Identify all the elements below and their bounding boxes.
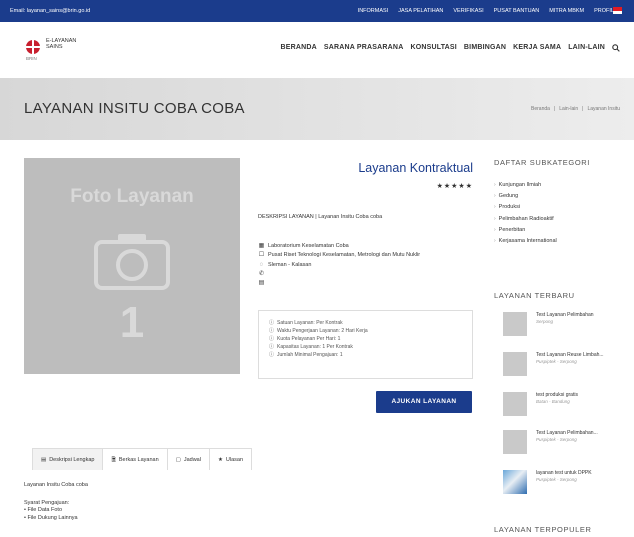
requirement-item: • File Dukung Lainnya: [24, 514, 78, 521]
nav-lain-lain[interactable]: LAIN-LAIN: [568, 44, 605, 54]
service-meta: ▦ Laboratorium Keselamatan Coba ☐ Pusat …: [258, 242, 421, 288]
breadcrumb-beranda[interactable]: Beranda: [531, 106, 550, 112]
breadcrumb-lain-lain[interactable]: Lain-lain: [559, 106, 578, 112]
service-info-box: ⓘ Satuan Layanan: Per Kontrak ⓘ Waktu Peng…: [258, 310, 473, 379]
nav-beranda[interactable]: BERANDA: [280, 44, 316, 54]
chevron-right-icon: ›: [494, 204, 496, 211]
site-logo[interactable]: E-LAYANAN SAINS BRIN: [22, 36, 102, 66]
latest-thumbnail: [503, 430, 527, 454]
top-bar: Email: layanan_sains@brin.go.id INFORMAS…: [0, 0, 634, 22]
subcategory-list: › Kunjungan Ilmiah › Gedung › Produksi › Pel…: [494, 180, 557, 247]
institution-icon: ☐: [258, 252, 265, 259]
subcategory-item[interactable]: › Gedung: [494, 191, 557, 202]
nav-kerja-sama[interactable]: KERJA SAMA: [513, 44, 561, 54]
nav-bimbingan[interactable]: BIMBINGAN: [464, 44, 506, 54]
subcategory-item[interactable]: › Penerbitan: [494, 225, 557, 236]
top-nav-pusat-bantuan[interactable]: PUSAT BANTUAN: [494, 8, 540, 14]
subcategory-item[interactable]: › Kerjasama International: [494, 236, 557, 247]
chevron-right-icon: ›: [494, 182, 496, 188]
info-icon: ⓘ: [269, 320, 275, 326]
center-name: Pusat Riset Teknologi Keselamatan, Metro…: [268, 252, 421, 259]
breadcrumb: Beranda | Lain-lain | Layanan Insitu: [531, 106, 620, 112]
requirements-title: Syarat Pengajuan:: [24, 499, 70, 506]
tab-deskripsi[interactable]: ▤ Deskripsi Lengkap: [32, 448, 104, 470]
photo-caption: Foto Layanan: [70, 186, 194, 207]
location-icon: ◌: [259, 261, 264, 268]
page-title: LAYANAN INSITU COBA COBA: [24, 100, 245, 117]
logo-line2: SAINS: [46, 44, 63, 50]
subcategory-heading: DAFTAR SUBKATEGORI: [494, 158, 590, 167]
latest-thumbnail: [503, 470, 527, 494]
subcategory-item[interactable]: › Kunjungan Ilmiah: [494, 180, 557, 191]
info-icon: ⓘ: [269, 336, 275, 343]
info-icon: ⓘ: [269, 344, 275, 351]
chevron-right-icon: ›: [494, 215, 496, 222]
nav-sarana-prasarana[interactable]: SARANA PRASARANA: [324, 44, 404, 54]
submit-service-button[interactable]: AJUKAN LAYANAN: [376, 391, 472, 413]
location-name: Sleman - Kalasan: [268, 261, 312, 268]
star-icon: ★: [217, 457, 223, 463]
lab-name: Laboratorium Keselamatan Coba: [268, 243, 349, 249]
top-nav: INFORMASI JASA PELATIHAN VERIFIKASI PUSA…: [358, 8, 614, 14]
content-summary: Layanan Insitu Coba coba: [24, 482, 88, 488]
info-row: ⓘ Kapasitas Layanan: 1 Per Kontrak: [269, 344, 353, 351]
top-nav-jasa-pelatihan[interactable]: JASA PELATIHAN: [398, 8, 443, 14]
breadcrumb-current: Layanan Insitu: [587, 106, 620, 112]
fax-icon: ▤: [258, 280, 265, 287]
popular-heading: LAYANAN TERPOPULER: [494, 525, 592, 534]
latest-thumbnail: [503, 352, 527, 376]
latest-thumbnail: [503, 312, 527, 336]
service-description: DESKRIPSI LAYANAN | Layanan Insitu Coba …: [258, 214, 383, 220]
info-row: ⓘ Satuan Layanan: Per Kontrak: [269, 320, 343, 326]
logo-mark-icon: [26, 40, 40, 54]
info-row: ⓘ Kuota Pelayanan Per Hari: 1: [269, 336, 341, 343]
requirement-item: • File Data Foto: [24, 507, 63, 513]
tab-ulasan[interactable]: ★ Ulasan: [208, 448, 253, 470]
search-icon[interactable]: [612, 44, 620, 54]
subcategory-item[interactable]: › Pelimbahan Radioaktif: [494, 214, 557, 225]
info-row: ⓘ Waktu Pengerjaan Layanan: 2 Hari Kerja: [269, 328, 368, 335]
list-icon: ▤: [41, 457, 47, 463]
subcategory-item[interactable]: › Produksi: [494, 202, 557, 213]
detail-tabs: ▤ Deskripsi Lengkap 🗎 Berkas Layanan ▢ Jadw…: [32, 448, 253, 470]
photo-number: 1: [119, 298, 145, 347]
file-icon: 🗎: [111, 457, 116, 463]
top-nav-profil[interactable]: PROFIL: [594, 8, 614, 14]
site-header: E-LAYANAN SAINS BRIN BERANDA SARANA PRAS…: [0, 22, 634, 78]
service-photo: Foto Layanan 1: [24, 158, 240, 374]
language-flag-icon[interactable]: [613, 7, 622, 14]
chevron-right-icon: ›: [494, 193, 496, 200]
top-nav-verifikasi[interactable]: VERIFIKASI: [453, 8, 483, 14]
rating-stars: ★★★★★: [436, 183, 473, 190]
info-row: ⓘ Jumlah Minimal Pengajuan: 1: [269, 352, 343, 359]
tab-content: Layanan Insitu Coba coba Syarat Pengajua…: [24, 482, 88, 522]
info-icon: ⓘ: [269, 352, 275, 359]
top-nav-informasi[interactable]: INFORMASI: [358, 8, 389, 14]
top-nav-mitra-mbkm[interactable]: MITRA MBKM: [549, 8, 584, 14]
phone-icon: ✆: [258, 270, 265, 277]
logo-line3: BRIN: [26, 56, 37, 61]
latest-thumbnail: [503, 392, 527, 416]
camera-icon: [94, 234, 170, 290]
tab-berkas[interactable]: 🗎 Berkas Layanan: [102, 448, 168, 470]
latest-heading: LAYANAN TERBARU: [494, 291, 575, 300]
building-icon: ▦: [258, 243, 265, 249]
calendar-icon: ▢: [175, 457, 181, 463]
contact-email[interactable]: Email: layanan_sains@brin.go.id: [10, 8, 90, 14]
nav-konsultasi[interactable]: KONSULTASI: [410, 44, 456, 54]
info-icon: ⓘ: [269, 328, 275, 335]
tab-jadwal[interactable]: ▢ Jadwal: [166, 448, 210, 470]
main-nav: BERANDA SARANA PRASARANA KONSULTASI BIMB…: [280, 44, 620, 54]
service-title: Layanan Kontraktual: [358, 161, 473, 175]
chevron-right-icon: ›: [494, 226, 496, 233]
chevron-right-icon: ›: [494, 238, 496, 245]
